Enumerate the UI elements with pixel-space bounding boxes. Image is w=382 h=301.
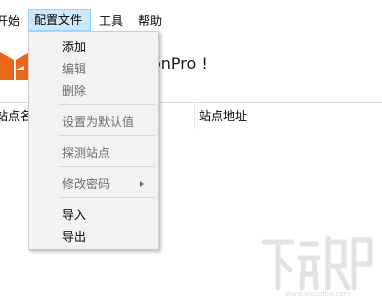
welcome-text: onPro ! — [151, 54, 208, 73]
column-divider[interactable] — [194, 103, 195, 129]
config-file-dropdown: 添加 编辑 删除 设置为默认值 探测站点 修改密码 导入 导出 — [28, 31, 159, 250]
menu-help[interactable]: 帮助 — [138, 10, 162, 32]
menu-item-edit[interactable]: 编辑 — [62, 59, 86, 79]
watermark-logo: www.xiazaiba.com — [261, 235, 373, 298]
menu-separator — [59, 166, 155, 167]
menu-start[interactable]: 开始 — [0, 10, 20, 32]
menu-tools[interactable]: 工具 — [99, 10, 123, 32]
menu-item-add[interactable]: 添加 — [62, 37, 86, 57]
menu-config-file[interactable]: 配置文件 — [28, 9, 91, 31]
menu-item-delete[interactable]: 删除 — [62, 81, 86, 101]
menu-item-change-password[interactable]: 修改密码 — [62, 174, 110, 194]
menu-item-probe-site[interactable]: 探测站点 — [62, 143, 110, 163]
menu-item-import[interactable]: 导入 — [62, 205, 86, 225]
submenu-arrow-icon — [140, 181, 144, 187]
menu-separator — [59, 135, 155, 136]
menu-bar: 开始 配置文件 工具 帮助 — [0, 0, 382, 31]
menu-item-export[interactable]: 导出 — [62, 227, 86, 247]
menu-separator — [59, 104, 155, 105]
column-site-address[interactable]: 站点地址 — [199, 107, 247, 125]
menu-item-set-default[interactable]: 设置为默认值 — [62, 112, 134, 132]
menu-separator — [59, 197, 155, 198]
watermark-url: www.xiazaiba.com — [286, 290, 351, 298]
